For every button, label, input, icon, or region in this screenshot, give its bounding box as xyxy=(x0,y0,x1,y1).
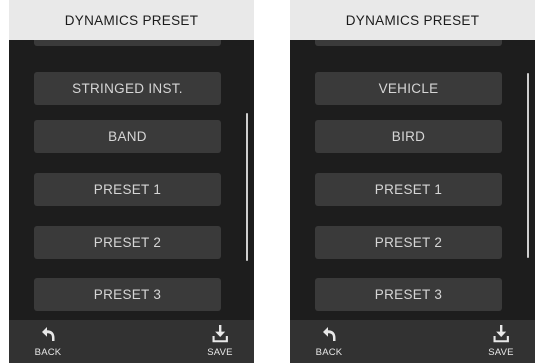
preset-item-preset-3[interactable]: PRESET 3 xyxy=(34,278,221,311)
screen-title: DYNAMICS PRESET xyxy=(64,12,199,28)
save-download-icon xyxy=(212,325,228,343)
preset-item-bird[interactable]: BIRD xyxy=(315,120,502,153)
back-button[interactable]: BACK xyxy=(31,324,65,362)
preset-item-preset-3[interactable]: PRESET 3 xyxy=(315,278,502,311)
back-label: BACK xyxy=(34,347,62,358)
preset-item-preset-2[interactable]: PRESET 2 xyxy=(315,226,502,259)
scrollbar[interactable] xyxy=(527,40,529,320)
back-arrow-icon xyxy=(42,327,55,341)
back-button[interactable]: BACK xyxy=(312,324,346,362)
save-button[interactable]: SAVE xyxy=(203,324,237,362)
footer-bar: BACK SAVE xyxy=(9,320,254,363)
dynamics-preset-screen-left: DYNAMICS PRESET STRINGED INST. BAND PRES… xyxy=(9,0,254,363)
save-label: SAVE xyxy=(207,347,233,358)
scrollbar[interactable] xyxy=(246,40,248,320)
back-arrow-icon xyxy=(323,327,336,341)
screen-header: DYNAMICS PRESET xyxy=(290,0,535,40)
preset-item-preset-1[interactable]: PRESET 1 xyxy=(34,173,221,206)
dynamics-preset-screen-right: DYNAMICS PRESET VEHICLE BIRD PRESET 1 PR… xyxy=(290,0,535,363)
back-label: BACK xyxy=(315,347,343,358)
preset-item-preset-2[interactable]: PRESET 2 xyxy=(34,226,221,259)
preset-item-band[interactable]: BAND xyxy=(34,120,221,153)
footer-bar: BACK SAVE xyxy=(290,320,535,363)
preset-item-preset-1[interactable]: PRESET 1 xyxy=(315,173,502,206)
preset-list[interactable]: STRINGED INST. BAND PRESET 1 PRESET 2 PR… xyxy=(9,40,254,320)
preset-list[interactable]: VEHICLE BIRD PRESET 1 PRESET 2 PRESET 3 xyxy=(290,40,535,320)
save-button[interactable]: SAVE xyxy=(484,324,518,362)
screen-title: DYNAMICS PRESET xyxy=(345,12,480,28)
scrollbar-thumb[interactable] xyxy=(527,73,529,258)
save-label: SAVE xyxy=(488,347,514,358)
scrollbar-thumb[interactable] xyxy=(246,113,248,261)
screen-header: DYNAMICS PRESET xyxy=(9,0,254,40)
preset-item-vehicle[interactable]: VEHICLE xyxy=(315,72,502,105)
preset-item-stringed-inst[interactable]: STRINGED INST. xyxy=(34,72,221,105)
preset-item-partial[interactable] xyxy=(34,40,221,46)
preset-item-partial[interactable] xyxy=(315,40,502,46)
save-download-icon xyxy=(493,325,509,343)
